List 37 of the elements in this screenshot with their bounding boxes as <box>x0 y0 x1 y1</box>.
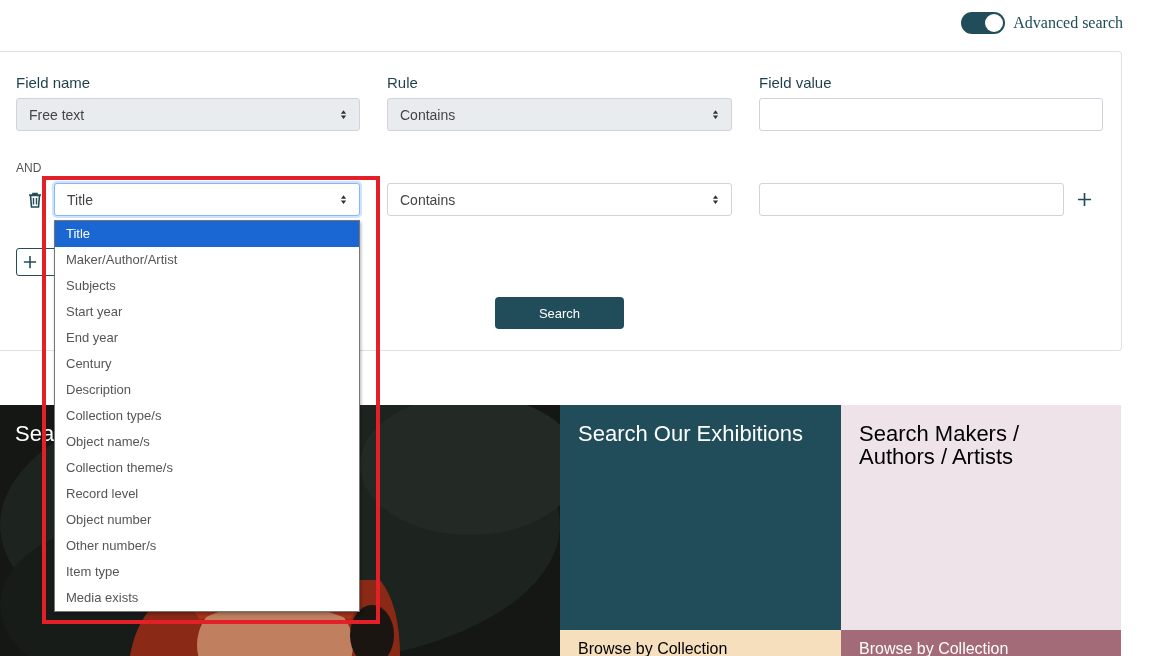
column-label: Field value <box>759 74 833 93</box>
field-value-input[interactable] <box>759 98 1103 131</box>
dropdown-option[interactable]: Title <box>55 221 359 247</box>
dropdown-option[interactable]: End year <box>55 325 359 351</box>
tile-title: Search Makers / Authors / Artists <box>859 422 1021 468</box>
connector-label: AND <box>16 161 43 175</box>
search-button[interactable]: Search <box>495 297 624 329</box>
sort-caret-icon <box>712 194 719 205</box>
sort-caret-icon <box>712 109 719 120</box>
trash-icon[interactable] <box>28 192 42 208</box>
add-icon[interactable] <box>1077 192 1092 207</box>
dropdown-option[interactable]: Century <box>55 351 359 377</box>
dropdown-option[interactable]: Record level <box>55 481 359 507</box>
rule-select[interactable]: Contains <box>387 183 732 216</box>
column-label: Field name <box>16 74 92 93</box>
tile-title: Search Our Exhibitions <box>578 422 803 445</box>
dropdown-option[interactable]: Item type <box>55 559 359 585</box>
advanced-search-label: Advanced search <box>1013 14 1123 32</box>
dropdown-option[interactable]: Other number/s <box>55 533 359 559</box>
dropdown-option[interactable]: Subjects <box>55 273 359 299</box>
dropdown-option[interactable]: Collection type/s <box>55 403 359 429</box>
field-value-input[interactable] <box>759 183 1064 216</box>
sort-caret-icon <box>340 194 347 205</box>
dropdown-option[interactable]: Object number <box>55 507 359 533</box>
dropdown-option[interactable]: Maker/Author/Artist <box>55 247 359 273</box>
dropdown-option[interactable]: Object name/s <box>55 429 359 455</box>
dropdown-option[interactable]: Collection theme/s <box>55 455 359 481</box>
dropdown-option[interactable]: Media exists <box>55 585 359 611</box>
tile[interactable]: Search Our Exhibitions <box>560 405 841 630</box>
plus-icon <box>23 255 37 269</box>
advanced-search-toggle[interactable] <box>961 12 1006 34</box>
sort-caret-icon <box>340 109 347 120</box>
column-label: Rule <box>387 74 419 93</box>
dropdown-option[interactable]: Start year <box>55 299 359 325</box>
dropdown-option[interactable]: Description <box>55 377 359 403</box>
field-name-select[interactable]: Title <box>54 183 360 216</box>
tile[interactable]: Search Makers / Authors / Artists <box>841 405 1121 630</box>
